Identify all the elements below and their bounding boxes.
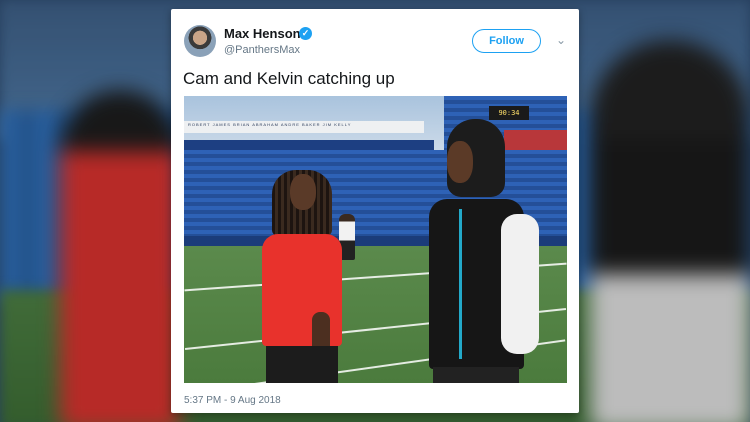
tweet-photo[interactable]: 90:34 ROBERT JAMES BRIAN ABRAHAM ANDRE B… — [184, 96, 567, 383]
tweet-card: Max Henson ✓ @PanthersMax Follow ⌄ Cam a… — [171, 9, 579, 413]
photo-person-sleeve — [501, 214, 539, 354]
photo-person-red-shirt — [262, 162, 342, 383]
photo-person-black-vest — [429, 119, 539, 383]
photo-ribbon-board — [184, 140, 434, 150]
photo-press-box-text: ROBERT JAMES BRIAN ABRAHAM ANDRE BAKER J… — [188, 122, 352, 127]
chevron-down-icon[interactable]: ⌄ — [556, 33, 566, 47]
photo-person-zipper — [459, 209, 462, 359]
author-name[interactable]: Max Henson — [224, 26, 301, 41]
photo-person-pants — [433, 367, 519, 383]
tweet-timestamp[interactable]: 5:37 PM - 9 Aug 2018 — [184, 395, 281, 406]
tweet-text: Cam and Kelvin catching up — [183, 69, 395, 88]
avatar[interactable] — [184, 25, 216, 57]
photo-person-face — [447, 141, 473, 183]
photo-person-face — [290, 174, 316, 210]
follow-button[interactable]: Follow — [472, 29, 541, 53]
photo-scoreboard: 90:34 — [489, 106, 529, 120]
photo-person-shirt — [262, 234, 342, 346]
verified-badge-icon: ✓ — [299, 27, 312, 40]
photo-person-pants — [266, 346, 338, 383]
author-handle[interactable]: @PanthersMax — [224, 44, 300, 56]
